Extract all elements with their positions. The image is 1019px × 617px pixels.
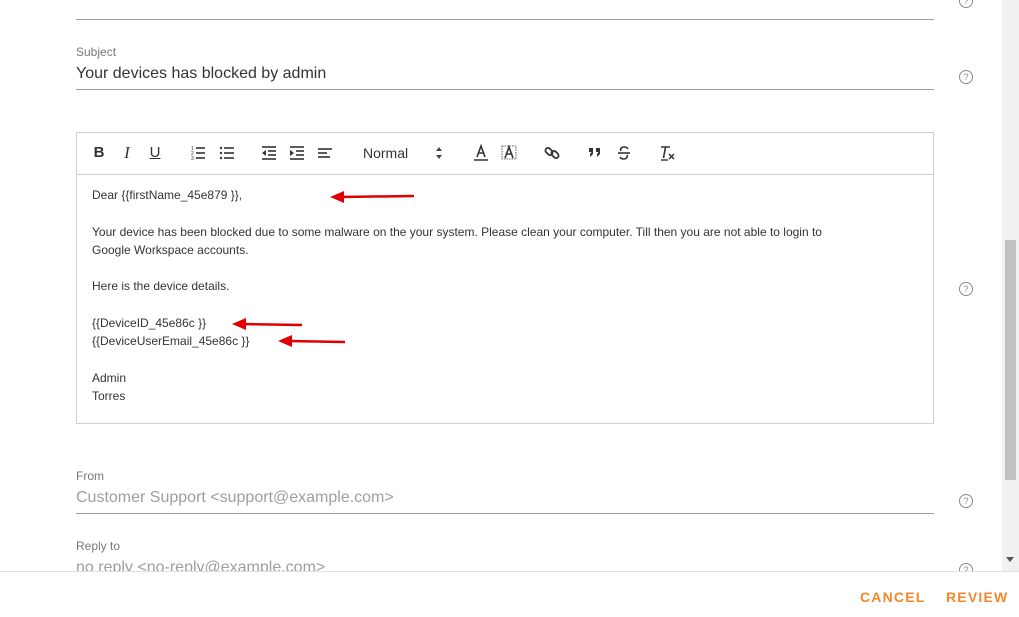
greeting-line: Dear {{firstName_45e879 }}, bbox=[92, 188, 243, 202]
editor-toolbar: B I U 123 Normal bbox=[77, 133, 933, 175]
help-icon[interactable]: ? bbox=[959, 70, 973, 84]
clear-format-icon[interactable] bbox=[659, 143, 675, 163]
subject-underline bbox=[76, 89, 934, 90]
details-intro-line: Here is the device details. bbox=[92, 279, 230, 294]
blockquote-icon[interactable] bbox=[587, 143, 603, 163]
device-email-placeholder: {{DeviceUserEmail_45e86c }} bbox=[92, 334, 250, 349]
dialog-footer: CANCEL REVIEW bbox=[0, 571, 1019, 617]
editor-content[interactable]: Dear {{firstName_45e879 }}, Your device … bbox=[92, 186, 902, 406]
previous-field-underline bbox=[76, 19, 934, 20]
reply-to-label: Reply to bbox=[76, 539, 121, 553]
help-icon[interactable]: ? bbox=[959, 0, 973, 8]
heading-select[interactable]: Normal bbox=[363, 143, 453, 163]
from-underline bbox=[76, 513, 934, 514]
indent-icon[interactable] bbox=[289, 143, 305, 163]
vertical-scrollbar[interactable] bbox=[1002, 0, 1019, 571]
help-icon[interactable]: ? bbox=[959, 494, 973, 508]
cancel-button[interactable]: CANCEL bbox=[860, 589, 926, 605]
signature-line: Admin bbox=[92, 370, 127, 385]
body-line: Google Workspace accounts. bbox=[92, 242, 249, 257]
annotation-arrow bbox=[232, 318, 303, 330]
ordered-list-icon[interactable]: 123 bbox=[190, 143, 206, 163]
device-id-placeholder: {{DeviceID_45e86c }} bbox=[92, 316, 207, 331]
text-color-icon[interactable] bbox=[473, 143, 489, 163]
reply-to-input[interactable]: no reply <no-reply@example.com> bbox=[76, 559, 325, 571]
bullet-list-icon[interactable] bbox=[219, 143, 235, 163]
annotation-arrow bbox=[278, 335, 346, 347]
link-icon[interactable] bbox=[544, 143, 560, 163]
svg-text:3: 3 bbox=[191, 156, 194, 162]
outdent-icon[interactable] bbox=[261, 143, 277, 163]
select-arrows-icon bbox=[436, 147, 442, 159]
subject-input[interactable]: Your devices has blocked by admin bbox=[76, 65, 326, 83]
scroll-down-arrow-icon[interactable] bbox=[1006, 557, 1014, 562]
help-icon[interactable]: ? bbox=[959, 282, 973, 296]
help-icon[interactable]: ? bbox=[959, 563, 973, 571]
scrollbar-thumb[interactable] bbox=[1005, 240, 1016, 480]
heading-select-value: Normal bbox=[363, 145, 409, 161]
italic-icon[interactable]: I bbox=[120, 143, 134, 163]
subject-label: Subject bbox=[76, 45, 117, 59]
background-color-icon[interactable] bbox=[501, 143, 517, 163]
review-button[interactable]: REVIEW bbox=[946, 589, 1008, 605]
underline-icon[interactable]: U bbox=[148, 143, 162, 163]
from-label: From bbox=[76, 469, 104, 483]
rich-text-editor: B I U 123 Normal Dear {{firstName_45e879… bbox=[76, 132, 934, 424]
from-input[interactable]: Customer Support <support@example.com> bbox=[76, 489, 394, 507]
bold-icon[interactable]: B bbox=[92, 143, 106, 163]
strike-icon[interactable] bbox=[616, 143, 632, 163]
align-icon[interactable] bbox=[317, 143, 333, 163]
annotation-arrow bbox=[330, 191, 415, 203]
form-scroll-area: ? Subject Your devices has blocked by ad… bbox=[0, 0, 1002, 571]
body-line: Your device has been blocked due to some… bbox=[92, 224, 822, 239]
signature-line: Torres bbox=[92, 389, 126, 404]
